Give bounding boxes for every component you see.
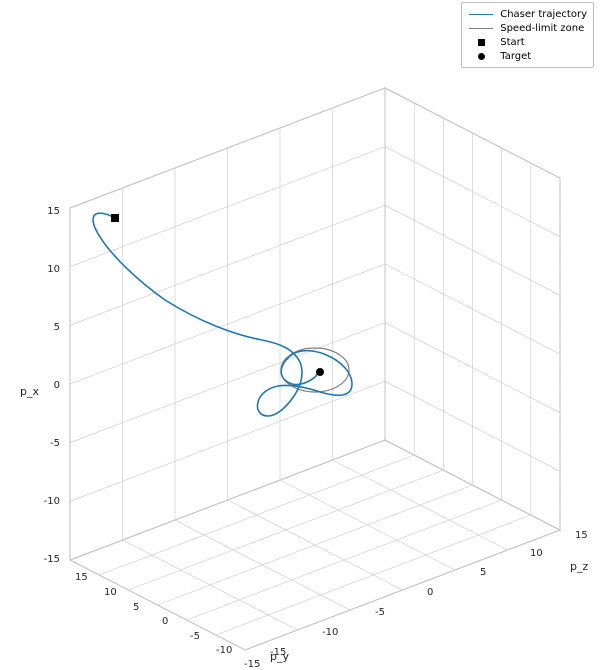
svg-text:-15: -15 <box>270 647 286 658</box>
pz-axis-label: p_z <box>570 560 588 573</box>
line-icon <box>468 9 494 19</box>
svg-text:-15: -15 <box>44 554 60 565</box>
svg-text:0: 0 <box>427 587 433 598</box>
svg-text:5: 5 <box>54 322 60 333</box>
legend-label: Chaser trajectory <box>500 9 587 20</box>
square-icon <box>468 37 494 47</box>
svg-text:-5: -5 <box>375 607 385 618</box>
legend-item-trajectory: Chaser trajectory <box>468 7 587 21</box>
legend-item-zone: Speed-limit zone <box>468 21 587 35</box>
legend: Chaser trajectory Speed-limit zone Start… <box>461 2 594 68</box>
svg-text:5: 5 <box>133 602 139 613</box>
legend-label: Target <box>500 51 531 62</box>
legend-item-start: Start <box>468 35 587 49</box>
svg-text:5: 5 <box>480 567 486 578</box>
svg-text:10: 10 <box>47 264 60 275</box>
legend-label: Speed-limit zone <box>500 23 584 34</box>
circle-icon <box>468 51 494 61</box>
svg-text:-10: -10 <box>322 627 338 638</box>
svg-text:-15: -15 <box>244 659 260 670</box>
target-marker <box>316 368 324 376</box>
svg-text:10: 10 <box>104 587 117 598</box>
svg-text:0: 0 <box>162 616 168 627</box>
svg-text:15: 15 <box>75 572 88 583</box>
svg-text:15: 15 <box>47 206 60 217</box>
svg-text:-10: -10 <box>216 645 232 656</box>
svg-text:0: 0 <box>54 380 60 391</box>
legend-label: Start <box>500 37 524 48</box>
svg-text:-5: -5 <box>190 631 200 642</box>
start-marker <box>111 214 119 222</box>
svg-text:-5: -5 <box>50 438 60 449</box>
px-axis-label: p_x <box>20 385 39 398</box>
svg-text:10: 10 <box>530 548 543 559</box>
line-icon <box>468 23 494 33</box>
svg-text:-10: -10 <box>44 496 60 507</box>
legend-item-target: Target <box>468 49 587 63</box>
trajectory-3d-plot: 15 10 5 0 -5 -10 -15 p_y -15 -10 -5 0 5 … <box>0 0 606 670</box>
svg-text:15: 15 <box>575 530 588 541</box>
px-ticks: -15 -10 -5 0 5 10 15 <box>44 206 60 565</box>
